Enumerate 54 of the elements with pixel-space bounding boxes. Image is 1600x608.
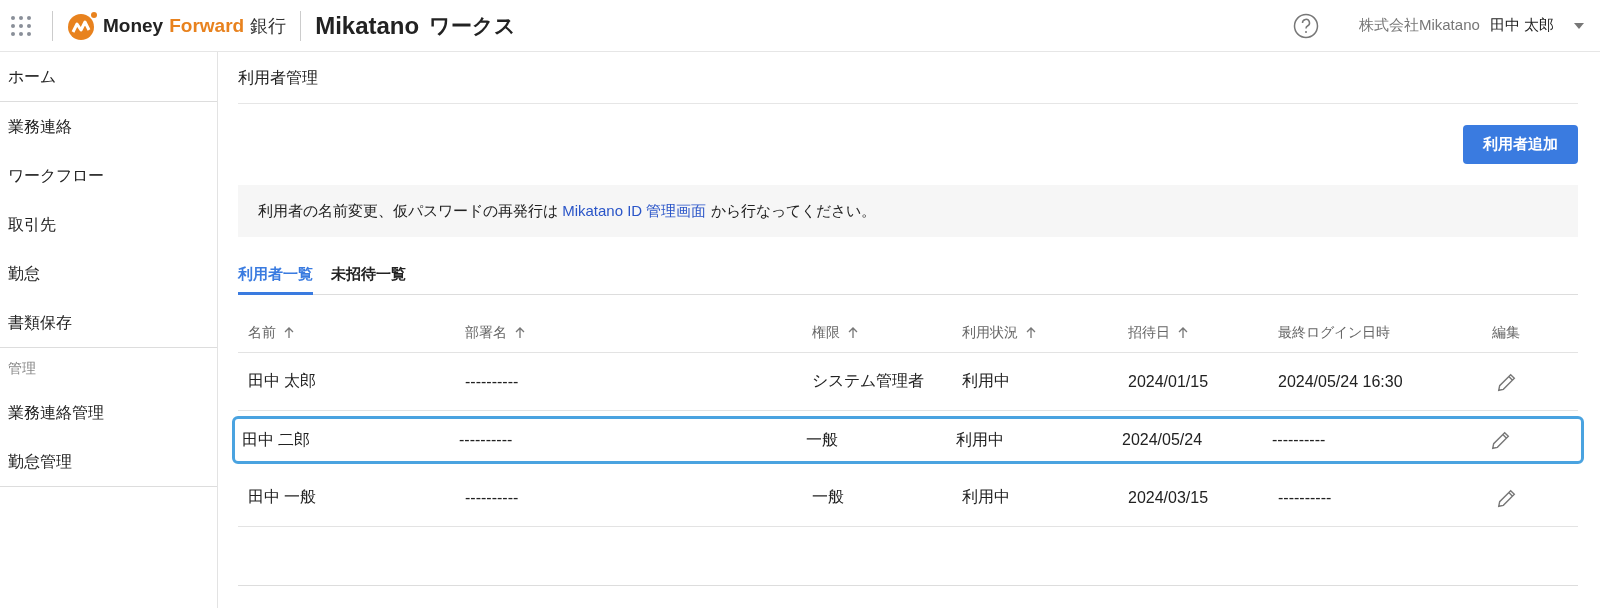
table-cell-text: ---------- bbox=[459, 431, 514, 449]
page-title: 利用者管理 bbox=[238, 52, 1578, 104]
table-cell-text: 2024/01/15 bbox=[1128, 372, 1210, 391]
sidebar-item[interactable]: 勤怠管理 bbox=[0, 437, 217, 486]
sort-arrow-icon[interactable] bbox=[1178, 326, 1188, 339]
table-cell-text: 利用中 bbox=[962, 487, 1011, 507]
table-cell-text: ---------- bbox=[465, 488, 520, 507]
section-heading: 管理 bbox=[7, 359, 37, 378]
user-name[interactable]: 田中 太郎 bbox=[1489, 16, 1554, 35]
id-admin-link[interactable]: Mikatano ID 管理画面 bbox=[562, 202, 707, 219]
table-cell-text: 2024/05/24 16:30 bbox=[1278, 372, 1404, 391]
dropdown-caret-icon[interactable] bbox=[1574, 22, 1584, 29]
product-name: Mikatano ワークス bbox=[315, 11, 517, 40]
table-cell-text: 利用中 bbox=[956, 429, 1005, 450]
table-cell-text: 一般 bbox=[812, 487, 845, 507]
table-cell-text: 利用中 bbox=[962, 371, 1011, 391]
tab[interactable]: 利用者一覧 bbox=[238, 261, 313, 295]
column-header: 招待日 bbox=[1128, 323, 1170, 342]
sidebar-item[interactable]: 取引先 bbox=[0, 200, 217, 249]
column-header: 編集 bbox=[1492, 323, 1520, 342]
column-header: 最終ログイン日時 bbox=[1278, 323, 1390, 342]
app-grid-icon[interactable] bbox=[10, 14, 32, 37]
sidebar-item[interactable]: ワークフロー bbox=[0, 151, 217, 200]
table-cell-text: 田中 太郎 bbox=[248, 371, 318, 391]
table-cell-text: システム管理者 bbox=[812, 371, 925, 391]
column-header: 権限 bbox=[812, 323, 840, 342]
brand-name: Money Forward 銀行 bbox=[103, 13, 287, 38]
sidebar-item[interactable]: 勤怠 bbox=[0, 249, 217, 298]
sidebar-item[interactable]: 業務連絡 bbox=[0, 102, 217, 151]
sort-arrow-icon[interactable] bbox=[1026, 326, 1036, 339]
sidebar-item[interactable]: 書類保存 bbox=[0, 298, 217, 347]
sidebar-item[interactable]: ホーム bbox=[0, 52, 217, 101]
table-cell-text: 2024/03/15 bbox=[1128, 488, 1210, 507]
table-cell-text: ---------- bbox=[1278, 488, 1333, 507]
table-cell-text: ---------- bbox=[465, 372, 520, 391]
add-user-button[interactable]: 利用者追加 bbox=[1463, 125, 1578, 164]
logo-icon bbox=[67, 10, 97, 41]
company-name: 株式会社Mikatano bbox=[1358, 16, 1480, 35]
column-header: 名前 bbox=[248, 323, 276, 342]
table-cell-text: 田中 二郎 bbox=[242, 429, 312, 450]
table-cell-text: 一般 bbox=[806, 429, 839, 450]
tab[interactable]: 未招待一覧 bbox=[331, 261, 406, 295]
pencil-icon bbox=[1490, 429, 1512, 451]
sort-arrow-icon[interactable] bbox=[515, 326, 525, 339]
column-header: 部署名 bbox=[465, 323, 507, 342]
help-icon[interactable] bbox=[1292, 12, 1319, 39]
sort-arrow-icon[interactable] bbox=[848, 326, 858, 339]
table-cell-text: ---------- bbox=[1272, 431, 1327, 449]
table-cell-text: 田中 一般 bbox=[248, 487, 318, 507]
notice-text: 利用者の名前変更、仮パスワードの再発行は Mikatano ID 管理画面 から行なってください。 bbox=[238, 185, 1578, 237]
sidebar-item[interactable]: 業務連絡管理 bbox=[0, 388, 217, 437]
column-header: 利用状況 bbox=[962, 323, 1018, 342]
sort-arrow-icon[interactable] bbox=[284, 326, 294, 339]
table-cell-text: 2024/05/24 bbox=[1122, 431, 1204, 449]
